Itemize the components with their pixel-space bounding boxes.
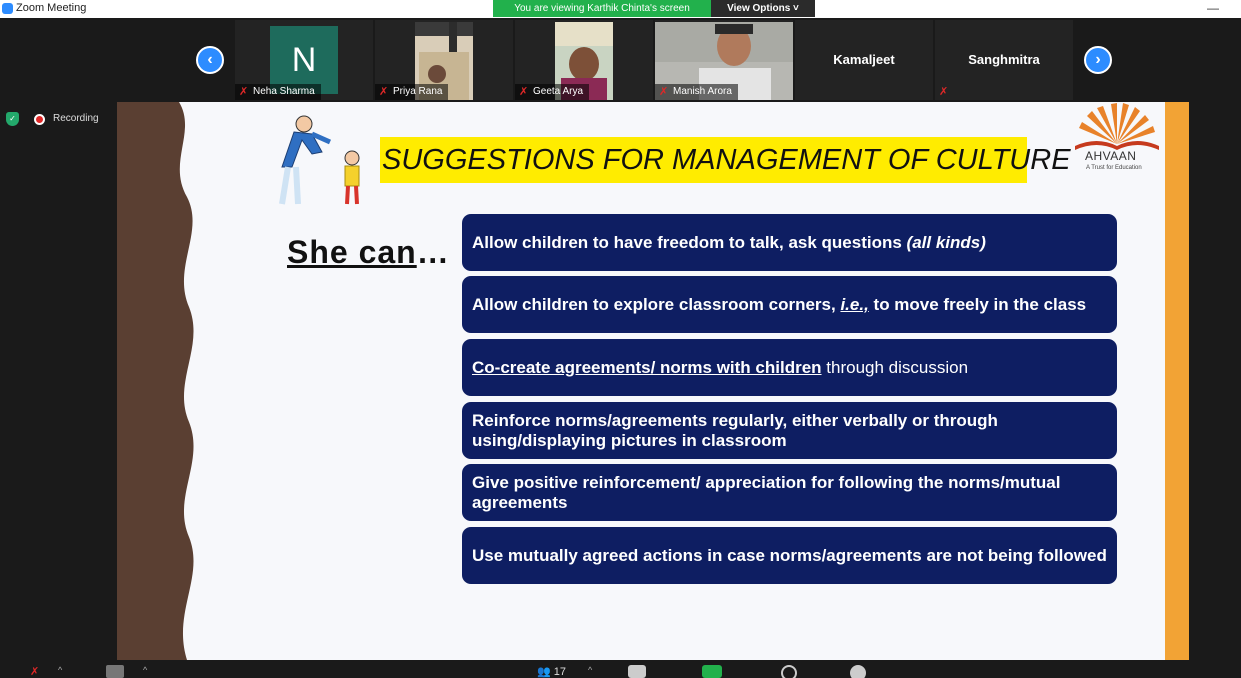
participants-icon: 👥 xyxy=(537,666,551,678)
video-options-caret-icon[interactable]: ^ xyxy=(143,665,147,678)
participant-name: Sanghmitra xyxy=(968,52,1040,67)
suggestion-rest: through discussion xyxy=(821,357,969,377)
recording-icon xyxy=(34,114,45,125)
suggestion-emphasis: i.e., xyxy=(840,294,869,314)
next-page-arrow-icon[interactable]: › xyxy=(1084,46,1112,74)
shared-screen-slide: SUGGESTIONS FOR MANAGEMENT OF CULTURE AH… xyxy=(117,102,1189,660)
suggestion-text: Allow children to have freedom to talk, … xyxy=(472,233,986,253)
mic-muted-icon[interactable]: ✗ xyxy=(30,665,39,678)
recording-label: Recording xyxy=(53,113,99,124)
participants-count: 17 xyxy=(553,666,567,678)
participant-tile[interactable]: Priya Rana ✗ xyxy=(375,20,513,100)
prev-page-arrow-icon[interactable]: ‹ xyxy=(196,46,224,74)
suggestion-box: Give positive reinforcement/ appreciatio… xyxy=(462,464,1117,521)
decorative-wave xyxy=(117,102,194,660)
suggestion-emphasis: (all kinds) xyxy=(906,232,986,252)
slide-side-band xyxy=(1165,102,1189,660)
mic-muted-icon: ✗ xyxy=(239,86,249,98)
view-options-button[interactable]: View Options ˅ xyxy=(711,0,815,17)
mic-muted-icon: ✗ xyxy=(659,86,669,98)
mic-muted-icon: ✗ xyxy=(939,86,949,98)
logo-tagline: A Trust for Education xyxy=(1086,165,1142,171)
slide-title: SUGGESTIONS FOR MANAGEMENT OF CULTURE xyxy=(380,137,1071,183)
audio-options-caret-icon[interactable]: ^ xyxy=(58,665,62,678)
suggestion-text: Give positive reinforcement/ appreciatio… xyxy=(472,472,1061,512)
participant-tile[interactable]: Manish Arora ✗ xyxy=(655,20,793,100)
minimize-button[interactable]: — xyxy=(1207,1,1219,15)
suggestion-text: Allow children to explore classroom corn… xyxy=(472,295,1086,315)
participant-tile[interactable]: Geeta Arya ✗ xyxy=(515,20,653,100)
participant-tile[interactable]: N Neha Sharma ✗ xyxy=(235,20,373,100)
teacher-child-illustration xyxy=(279,115,360,205)
encryption-shield-icon: ✓ xyxy=(6,112,19,126)
lead-underlined: She can xyxy=(287,234,417,270)
suggestion-main: Allow children to explore classroom corn… xyxy=(472,294,841,314)
participant-tile[interactable]: Kamaljeet xyxy=(795,20,933,100)
logo-name: AHVAAN xyxy=(1085,149,1137,163)
suggestion-box: Co-create agreements/ norms with childre… xyxy=(462,339,1117,396)
reactions-icon[interactable] xyxy=(850,665,866,678)
suggestion-text: Co-create agreements/ norms with childre… xyxy=(472,358,968,378)
meeting-toolbar: ✗ ^ ^ 👥 17 ^ xyxy=(0,660,1241,678)
suggestion-box: Allow children to have freedom to talk, … xyxy=(462,214,1117,271)
participant-strip: ‹ N Neha Sharma ✗ Priya Rana ✗ Geeta Ary… xyxy=(0,18,1241,100)
slide-lead-text: She can… xyxy=(287,234,450,271)
lead-ellipsis: … xyxy=(416,234,450,270)
participants-button[interactable]: 👥 17 xyxy=(537,665,566,678)
chat-icon[interactable] xyxy=(628,665,646,678)
mic-muted-icon: ✗ xyxy=(379,86,389,98)
record-icon[interactable] xyxy=(781,665,797,678)
suggestion-text: Reinforce norms/agreements regularly, ei… xyxy=(472,410,998,450)
participant-name: Kamaljeet xyxy=(833,52,895,67)
participants-caret-icon[interactable]: ^ xyxy=(588,665,592,678)
participant-tile[interactable]: Sanghmitra ✗ xyxy=(935,20,1073,100)
suggestion-main: Allow children to have freedom to talk, … xyxy=(472,232,907,252)
share-screen-icon[interactable] xyxy=(702,665,722,678)
suggestion-rest: to move freely in the class xyxy=(868,294,1087,314)
suggestion-box: Use mutually agreed actions in case norm… xyxy=(462,527,1117,584)
mic-muted-icon: ✗ xyxy=(519,86,529,98)
suggestion-box: Allow children to explore classroom corn… xyxy=(462,276,1117,333)
zoom-app-icon xyxy=(2,3,13,14)
suggestion-box: Reinforce norms/agreements regularly, ei… xyxy=(462,402,1117,459)
suggestion-underlined: Co-create agreements/ norms with childre… xyxy=(472,357,822,377)
screen-share-banner: You are viewing Karthik Chinta's screen xyxy=(493,0,711,17)
suggestion-text: Use mutually agreed actions in case norm… xyxy=(472,545,1107,565)
video-off-icon[interactable] xyxy=(106,665,124,678)
window-title: Zoom Meeting xyxy=(16,2,87,14)
